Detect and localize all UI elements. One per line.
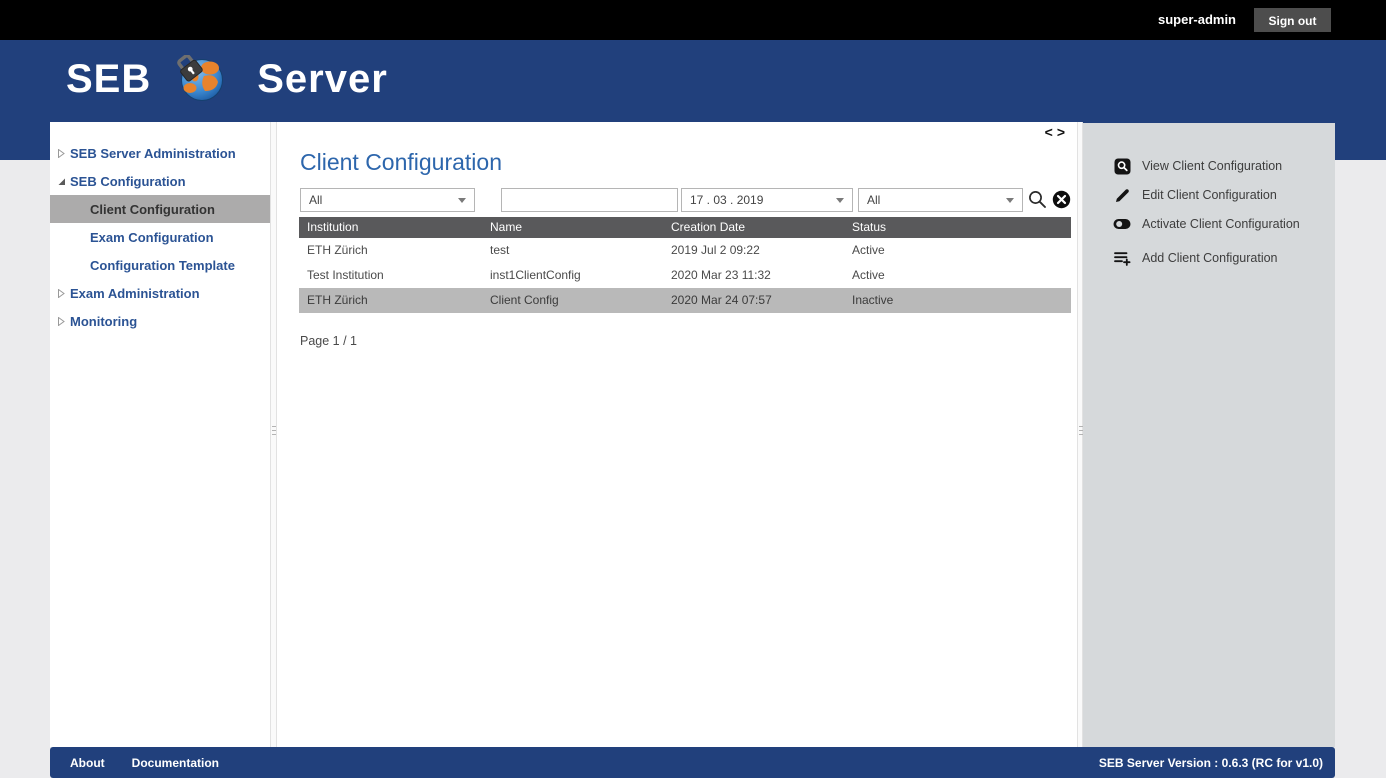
creation-date-filter-value: 17 . 03 . 2019 <box>690 193 763 207</box>
action-label: Edit Client Configuration <box>1142 188 1277 202</box>
view-icon <box>1113 157 1131 175</box>
sidebar-splitter[interactable] <box>270 122 277 747</box>
column-header-institution[interactable]: Institution <box>299 217 482 238</box>
sidebar-item-configuration-template[interactable]: Configuration Template <box>50 251 270 279</box>
sidebar-item-client-configuration[interactable]: Client Configuration <box>50 195 270 223</box>
tree-expanded-icon[interactable] <box>57 177 66 186</box>
sidebar-item-seb-configuration[interactable]: SEB Configuration <box>50 167 270 195</box>
cell-creation-date: 2020 Mar 24 07:57 <box>663 288 844 313</box>
sidebar-item-seb-server-administration[interactable]: SEB Server Administration <box>50 139 270 167</box>
column-header-creation-date[interactable]: Creation Date <box>663 217 844 238</box>
action-label: Activate Client Configuration <box>1142 217 1300 231</box>
name-filter-field <box>501 188 678 212</box>
activate-toggle-icon <box>1113 215 1131 233</box>
cell-status: Inactive <box>844 288 1071 313</box>
action-label: View Client Configuration <box>1142 159 1282 173</box>
creation-date-filter-select[interactable]: 17 . 03 . 2019 <box>681 188 853 212</box>
client-configuration-table: Institution Name Creation Date Status ET… <box>299 217 1071 313</box>
cell-status: Active <box>844 263 1071 288</box>
seb-server-page: super-admin Sign out SEB <box>0 0 1386 778</box>
cell-name: Client Config <box>482 288 663 313</box>
sign-out-button[interactable]: Sign out <box>1254 8 1331 32</box>
sidebar-item-label: Exam Configuration <box>90 230 214 245</box>
activate-client-configuration-action[interactable]: Activate Client Configuration <box>1113 215 1300 233</box>
action-label: Add Client Configuration <box>1142 251 1278 265</box>
column-header-name[interactable]: Name <box>482 217 663 238</box>
sidebar-item-label: Exam Administration <box>70 286 200 301</box>
search-icon[interactable] <box>1027 190 1047 210</box>
sidebar-item-label: SEB Configuration <box>70 174 186 189</box>
sidebar-item-label: Configuration Template <box>90 258 235 273</box>
sidebar-item-label: Client Configuration <box>90 202 215 217</box>
name-filter-input[interactable] <box>510 192 669 208</box>
institution-filter-value: All <box>309 193 322 207</box>
cell-name: inst1ClientConfig <box>482 263 663 288</box>
add-icon <box>1113 249 1131 267</box>
add-client-configuration-action[interactable]: Add Client Configuration <box>1113 249 1278 267</box>
cell-institution: ETH Zürich <box>299 238 482 263</box>
tree-collapsed-icon[interactable] <box>57 149 66 158</box>
logo-server-text: Server <box>257 56 388 102</box>
cell-institution: Test Institution <box>299 263 482 288</box>
top-bar: super-admin Sign out <box>0 0 1386 40</box>
sidebar-item-label: Monitoring <box>70 314 137 329</box>
logo-seb-text: SEB <box>66 56 151 102</box>
cell-status: Active <box>844 238 1071 263</box>
sidebar-item-monitoring[interactable]: Monitoring <box>50 307 270 335</box>
version-label: SEB Server Version : 0.6.3 (RC for v1.0) <box>1099 756 1323 770</box>
tree-collapsed-icon[interactable] <box>57 289 66 298</box>
globe-lock-icon <box>175 55 227 103</box>
footer-link-documentation[interactable]: Documentation <box>132 756 219 770</box>
table-row[interactable]: Test Institution inst1ClientConfig 2020 … <box>299 263 1071 288</box>
edit-icon <box>1113 186 1131 204</box>
column-header-status[interactable]: Status <box>844 217 1071 238</box>
filter-row: All 17 . 03 . 2019 All <box>300 188 1070 212</box>
status-filter-select[interactable]: All <box>858 188 1023 212</box>
splitter-grip-icon[interactable] <box>272 426 276 427</box>
footer-bar: About Documentation SEB Server Version :… <box>50 747 1335 778</box>
chevron-down-icon <box>458 198 466 203</box>
footer-link-about[interactable]: About <box>70 756 105 770</box>
cell-creation-date: 2020 Mar 23 11:32 <box>663 263 844 288</box>
pagination-label: Page 1 / 1 <box>300 334 357 348</box>
clear-filter-icon[interactable] <box>1051 190 1071 210</box>
app-logo: SEB <box>66 55 388 103</box>
chevron-down-icon <box>836 198 844 203</box>
action-panel: View Client Configuration Edit Client Co… <box>1083 123 1335 747</box>
main-content-panel: <> Client Configuration All 17 . 03 . 20… <box>277 122 1077 747</box>
page-title: Client Configuration <box>300 149 502 176</box>
table-row[interactable]: ETH Zürich test 2019 Jul 2 09:22 Active <box>299 238 1071 263</box>
panel-collapse-controls: <> <box>1045 124 1069 140</box>
collapse-left-icon[interactable]: < <box>1045 124 1057 140</box>
collapse-right-icon[interactable]: > <box>1057 124 1069 140</box>
app-container: SEB Server Administration SEB Configurat… <box>50 122 1335 778</box>
sidebar-item-label: SEB Server Administration <box>70 146 236 161</box>
cell-name: test <box>482 238 663 263</box>
cell-institution: ETH Zürich <box>299 288 482 313</box>
table-row-selected[interactable]: ETH Zürich Client Config 2020 Mar 24 07:… <box>299 288 1071 313</box>
institution-filter-select[interactable]: All <box>300 188 475 212</box>
edit-client-configuration-action[interactable]: Edit Client Configuration <box>1113 186 1277 204</box>
sidebar-item-exam-configuration[interactable]: Exam Configuration <box>50 223 270 251</box>
view-client-configuration-action[interactable]: View Client Configuration <box>1113 157 1282 175</box>
current-user-label: super-admin <box>1158 0 1236 40</box>
tree-collapsed-icon[interactable] <box>57 317 66 326</box>
table-header-row: Institution Name Creation Date Status <box>299 217 1071 238</box>
sidebar-item-exam-administration[interactable]: Exam Administration <box>50 279 270 307</box>
cell-creation-date: 2019 Jul 2 09:22 <box>663 238 844 263</box>
chevron-down-icon <box>1006 198 1014 203</box>
navigation-sidebar: SEB Server Administration SEB Configurat… <box>50 122 270 747</box>
status-filter-value: All <box>867 193 880 207</box>
